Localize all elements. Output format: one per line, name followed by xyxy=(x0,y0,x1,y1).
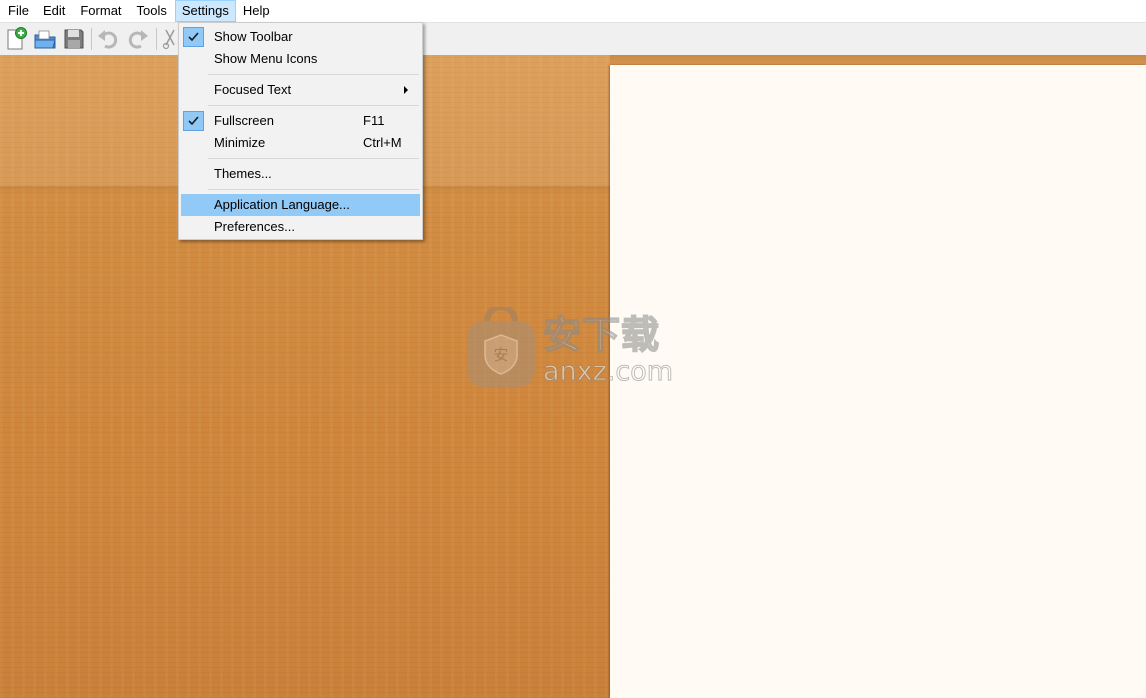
menu-separator xyxy=(208,105,419,106)
menu-item-shortcut: F11 xyxy=(363,113,385,128)
menu-item-fullscreen[interactable]: Fullscreen F11 xyxy=(181,110,420,132)
menu-item-application-language[interactable]: Application Language... xyxy=(181,194,420,216)
menu-tools[interactable]: Tools xyxy=(128,0,173,22)
menu-item-minimize[interactable]: Minimize Ctrl+M xyxy=(181,132,420,154)
menu-item-show-toolbar[interactable]: Show Toolbar xyxy=(181,26,420,48)
menu-file-label: File xyxy=(8,3,29,18)
document-page[interactable] xyxy=(610,65,1146,698)
toolbar-separator xyxy=(156,28,157,50)
settings-dropdown-menu: Show Toolbar Show Menu Icons Focused Tex… xyxy=(178,22,423,240)
menu-item-label: Themes... xyxy=(214,166,272,181)
menu-separator xyxy=(208,158,419,159)
menu-settings[interactable]: Settings xyxy=(174,0,236,22)
save-icon xyxy=(64,29,84,49)
menu-separator xyxy=(208,189,419,190)
new-document-icon xyxy=(7,27,27,50)
menu-item-themes[interactable]: Themes... xyxy=(181,163,420,185)
check-indicator xyxy=(183,111,204,131)
check-icon xyxy=(188,32,199,42)
watermark: 安 安下载 anxz.com xyxy=(465,305,680,390)
menu-item-label: Show Menu Icons xyxy=(214,51,318,66)
redo-button[interactable] xyxy=(126,27,150,51)
menu-tools-label: Tools xyxy=(136,3,167,18)
cut-button[interactable] xyxy=(162,27,178,51)
undo-button[interactable] xyxy=(96,27,120,51)
app-window: File Edit Format Tools Settings Help 安 安… xyxy=(0,0,1146,698)
menu-help[interactable]: Help xyxy=(236,0,276,22)
menu-file[interactable]: File xyxy=(0,0,35,22)
menu-item-focused-text[interactable]: Focused Text xyxy=(181,79,420,101)
desk-background-strip xyxy=(610,55,1146,65)
menu-settings-label: Settings xyxy=(181,3,229,18)
menu-format-label: Format xyxy=(80,3,122,18)
watermark-text-cn: 安下载 xyxy=(542,313,661,357)
open-folder-icon xyxy=(34,30,56,49)
toolbar-separator xyxy=(91,28,92,50)
menu-help-label: Help xyxy=(242,3,270,18)
redo-icon xyxy=(128,30,148,49)
menu-item-label: Fullscreen xyxy=(214,113,274,128)
menu-format[interactable]: Format xyxy=(71,0,127,22)
menu-item-label: Show Toolbar xyxy=(214,29,293,44)
menu-separator xyxy=(208,74,419,75)
watermark-logo-glyph: 安 xyxy=(493,346,508,364)
menu-item-label: Preferences... xyxy=(214,219,295,234)
menu-item-label: Minimize xyxy=(214,135,266,150)
menu-bar: File Edit Format Tools Settings Help xyxy=(0,0,1146,22)
menu-edit-label: Edit xyxy=(42,3,66,18)
new-document-button[interactable] xyxy=(4,27,28,51)
submenu-arrow-icon xyxy=(404,86,408,94)
check-indicator xyxy=(183,27,204,47)
menu-item-shortcut: Ctrl+M xyxy=(363,135,402,150)
toolbar xyxy=(0,22,1146,55)
menu-item-label: Application Language... xyxy=(214,197,350,212)
watermark-logo-icon: 安 xyxy=(467,307,535,387)
open-button[interactable] xyxy=(33,27,57,51)
menu-item-preferences[interactable]: Preferences... xyxy=(181,216,420,238)
menu-edit[interactable]: Edit xyxy=(35,0,71,22)
save-button[interactable] xyxy=(62,27,86,51)
undo-icon xyxy=(98,30,118,49)
menu-item-label: Focused Text xyxy=(214,82,292,97)
watermark-text-en: anxz.com xyxy=(542,356,674,387)
menu-item-show-menu-icons[interactable]: Show Menu Icons xyxy=(181,48,420,70)
check-icon xyxy=(188,116,199,126)
cut-icon xyxy=(162,29,175,50)
